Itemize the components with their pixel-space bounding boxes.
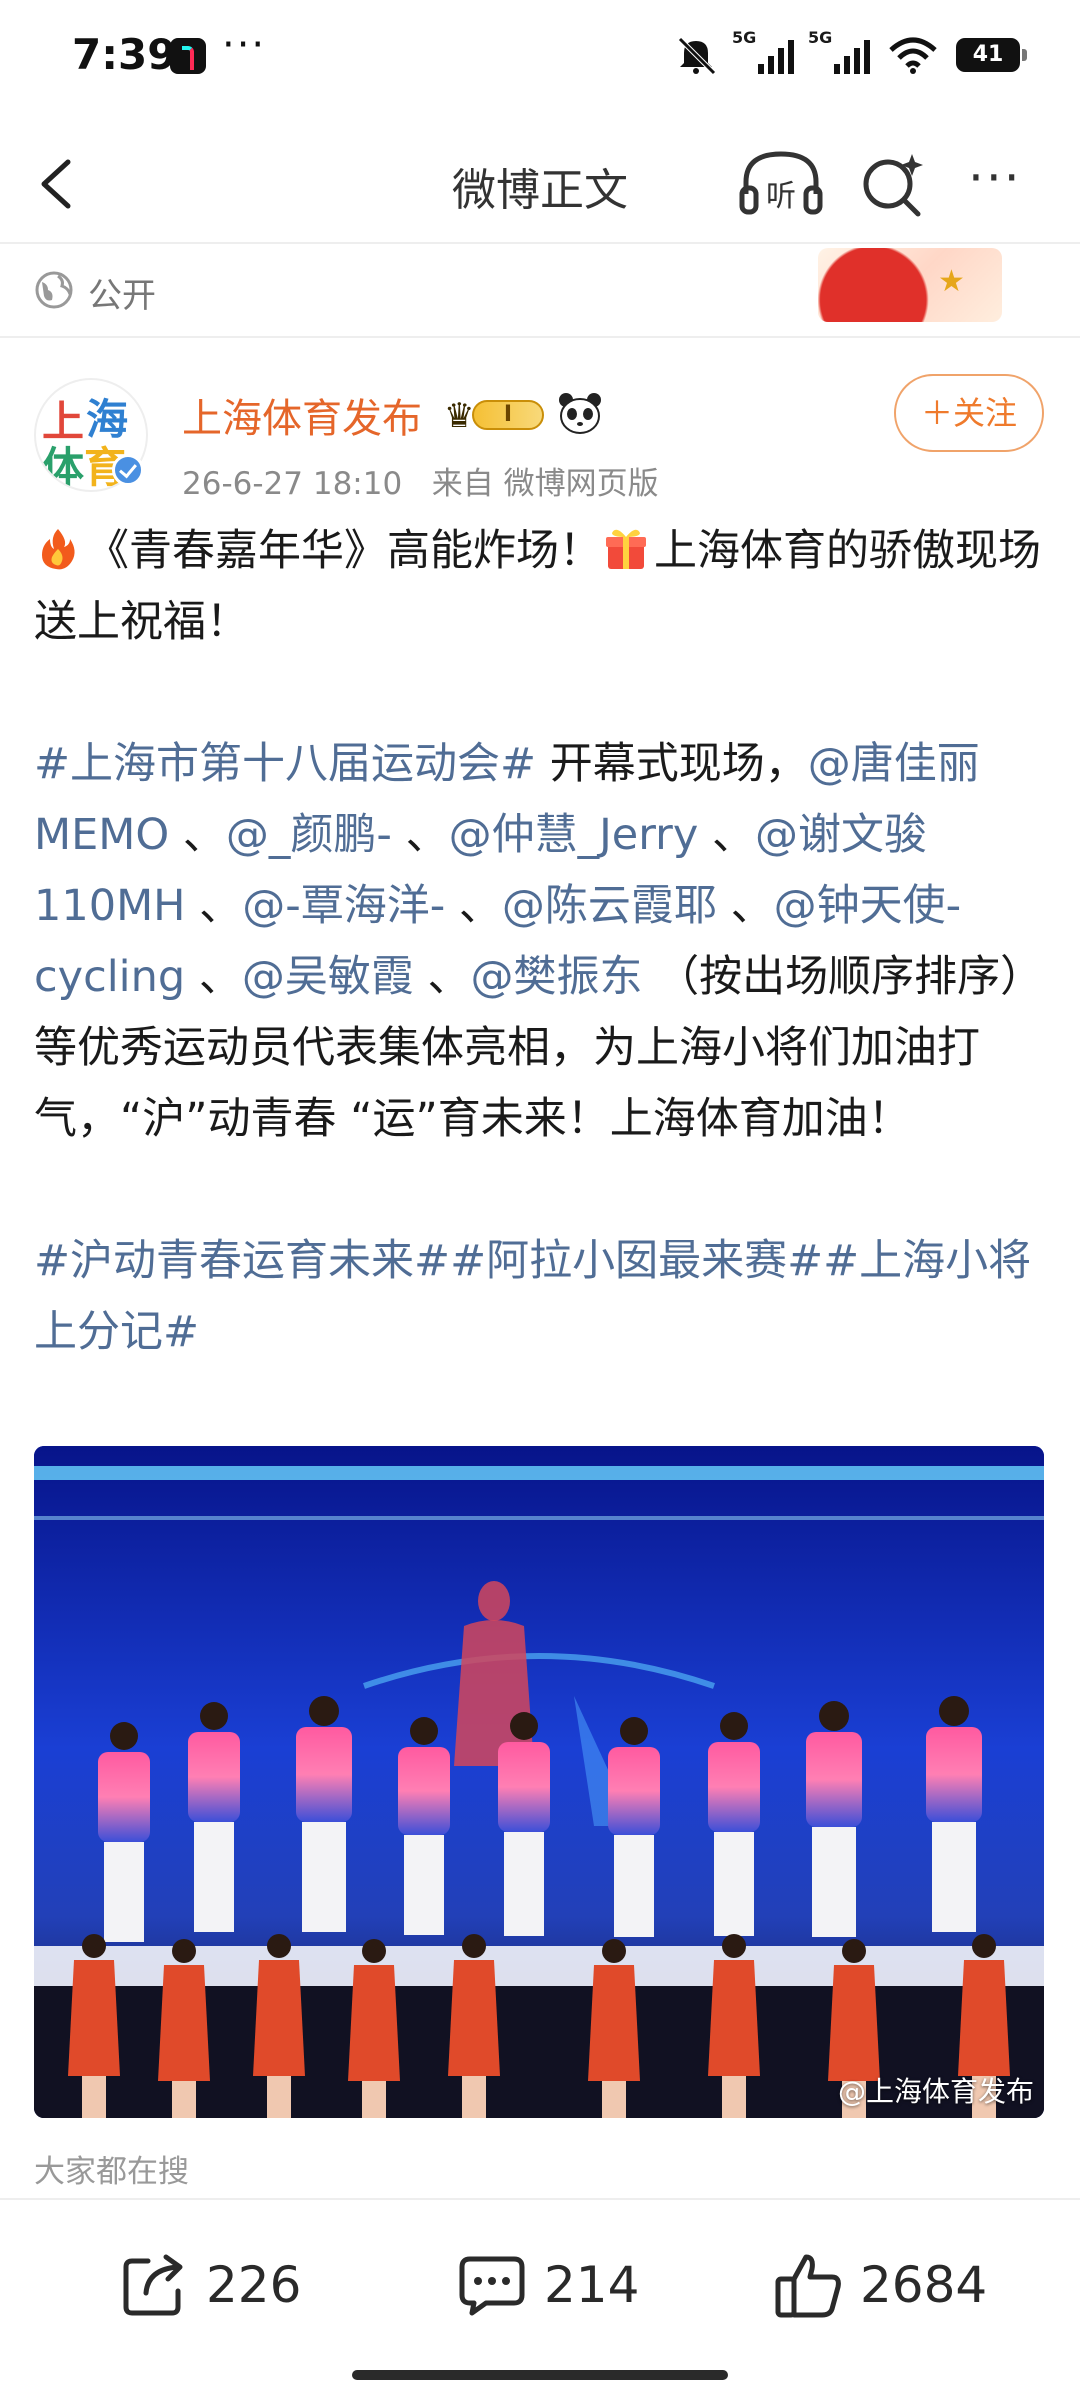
hashtag-link[interactable]: #阿拉小囡最来赛#	[450, 1236, 823, 1286]
comment-count: 214	[544, 2256, 640, 2314]
avatar-char: 体	[42, 443, 85, 492]
follow-button[interactable]: ＋关注	[894, 374, 1044, 452]
repost-icon	[123, 2254, 183, 2316]
listen-label: 听	[766, 179, 796, 214]
mention-link[interactable]: @樊振东	[471, 952, 643, 1002]
visibility-row: 公开 ★	[0, 242, 1080, 338]
comment-button[interactable]: 214	[456, 2250, 639, 2320]
search-spark-icon[interactable]	[858, 150, 928, 220]
post-photo[interactable]: @上海体育发布	[34, 1446, 1044, 2118]
separator: 、	[716, 881, 774, 931]
mention-link[interactable]: @-覃海洋-	[242, 881, 445, 931]
verified-icon	[112, 454, 144, 486]
author-name[interactable]: 上海体育发布	[182, 386, 422, 444]
member-badge-label: I	[472, 400, 544, 430]
hashtag-link[interactable]: #上海市第十八届运动会#	[34, 739, 536, 789]
visibility-label: 公开	[88, 276, 156, 316]
mention-link[interactable]: @陈云霞耶	[502, 881, 717, 931]
signal-label: 5G	[732, 28, 757, 47]
status-icons: 5G 5G 41	[674, 28, 1027, 80]
home-indicator[interactable]	[352, 2370, 728, 2380]
separator: 、	[698, 810, 755, 860]
post-text: 《青春嘉年华》高能炸场！ 上海体育的骄傲现场送上祝福！ #上海市第十八届运动会#…	[34, 516, 1050, 1368]
signal-label-2: 5G	[808, 28, 833, 47]
like-button[interactable]: 2684	[772, 2250, 987, 2320]
hashtag-link[interactable]: #沪动青春运育未来#	[34, 1236, 450, 1286]
mute-bell-icon	[678, 37, 716, 75]
crown-icon: ♛	[444, 396, 475, 436]
tiktok-notification-icon	[170, 38, 206, 74]
search-hint[interactable]: 大家都在搜	[34, 2146, 189, 2191]
status-time: 7:39	[72, 30, 177, 79]
signal-5g-icon-2: 5G	[808, 28, 870, 74]
decorative-banner: ★	[818, 248, 1002, 322]
star-icon: ★	[938, 264, 965, 299]
fire-icon	[42, 529, 75, 570]
post-meta: 26-6-27 18:10 来自 微博网页版	[182, 458, 659, 503]
battery-icon: 41	[956, 38, 1027, 72]
separator: 、	[185, 881, 243, 931]
post-date: 26-6-27 18:10	[182, 466, 403, 502]
mention-link[interactable]: @_颜鹏-	[226, 810, 392, 860]
mention-link[interactable]: @吴敏霞	[242, 952, 414, 1002]
status-bar: 7:39 ··· 5G 5G 41	[0, 0, 1080, 118]
post-text-segment: 开幕式现场，	[536, 739, 808, 789]
separator: 、	[391, 810, 449, 860]
post-paragraph: #沪动青春运育未来##阿拉小囡最来赛##上海小将上分记#	[34, 1226, 1050, 1368]
headphones-listen-icon[interactable]: 听	[738, 148, 824, 216]
repost-count: 226	[206, 2256, 302, 2314]
more-dots-icon[interactable]: ···	[968, 153, 1038, 208]
post-paragraph: #上海市第十八届运动会# 开幕式现场，@唐佳丽MEMO 、@_颜鹏- 、@仲慧_…	[34, 729, 1050, 1155]
member-badge[interactable]: I ♛	[444, 392, 548, 436]
post-paragraph: 《青春嘉年华》高能炸场！ 上海体育的骄傲现场送上祝福！	[34, 516, 1050, 658]
post-source: 来自 微博网页版	[431, 466, 659, 502]
like-count: 2684	[860, 2256, 988, 2314]
repost-button[interactable]: 226	[118, 2250, 301, 2320]
nav-bar: 微博正文 听 ···	[0, 118, 1080, 242]
thumbs-up-icon	[775, 2254, 841, 2318]
separator: 、	[185, 952, 242, 1002]
mention-link[interactable]: @仲慧_Jerry	[449, 810, 699, 860]
signal-5g-icon: 5G	[732, 28, 794, 74]
separator: 、	[413, 952, 471, 1002]
separator: 、	[445, 881, 502, 931]
wifi-icon	[889, 37, 937, 74]
post-line: 《青春嘉年华》高能炸场！	[86, 526, 602, 576]
globe-icon	[35, 271, 73, 309]
panda-icon[interactable]	[556, 390, 604, 436]
gift-icon	[606, 529, 646, 569]
photo-watermark: @上海体育发布	[837, 2075, 1034, 2108]
more-notifications-indicator: ···	[222, 22, 267, 68]
action-bar: 226 214 2684	[0, 2198, 1080, 2354]
comment-icon	[459, 2256, 525, 2316]
photo-scene	[34, 1446, 1044, 2118]
separator: 、	[169, 810, 226, 860]
